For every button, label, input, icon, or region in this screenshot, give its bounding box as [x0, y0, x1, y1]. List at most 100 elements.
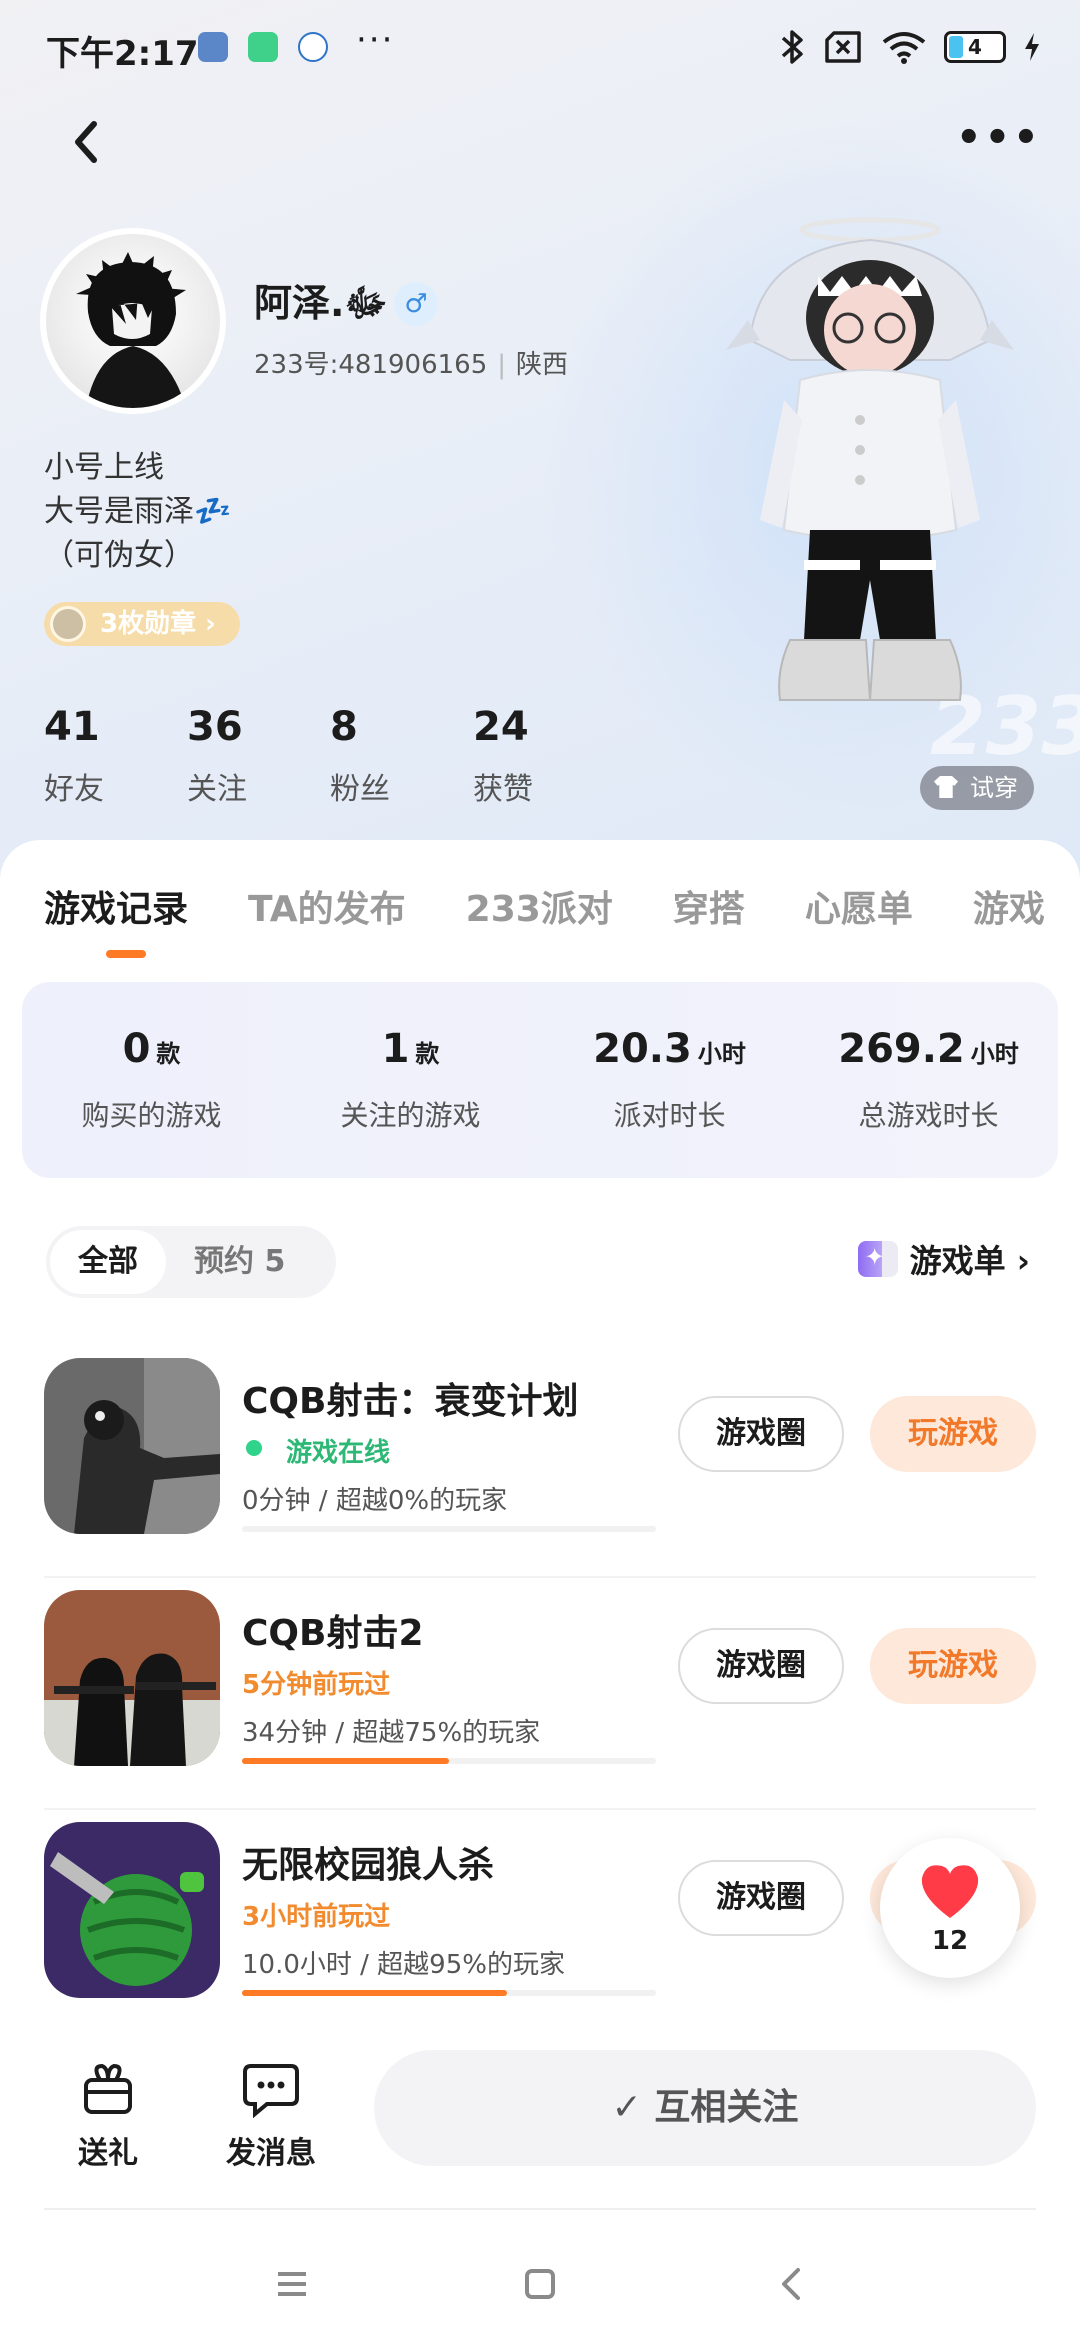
stat-label: 获赞: [473, 772, 533, 807]
game-title: 无限校园狼人杀: [242, 1845, 495, 1886]
progress-fill: [242, 1990, 507, 1996]
gift-icon: [84, 2063, 132, 2114]
game-summary-card: 0款 购买的游戏 1款 关注的游戏 20.3 小时 派对时长 269.2 小时 总游…: [22, 982, 1058, 1178]
message-label: 发消息: [226, 2136, 316, 2171]
game-artwork: [44, 1590, 220, 1766]
tab-games[interactable]: 游戏: [973, 880, 1045, 932]
back-button[interactable]: [62, 112, 112, 172]
game-circle-button[interactable]: 游戏圈: [678, 1628, 844, 1704]
stat-friends[interactable]: 41 好友: [44, 704, 187, 808]
stat-label: 关注: [187, 772, 247, 807]
game-artwork: [44, 1358, 220, 1534]
status-bar: 下午2:17 ··· 4: [0, 0, 1080, 96]
bio: 小号上线 大号是雨泽💤 （可伪女）: [44, 446, 231, 578]
summary-total-time[interactable]: 269.2 小时 总游戏时长: [799, 982, 1058, 1178]
uid-divider: |: [497, 350, 507, 380]
avatar-character-image[interactable]: [720, 200, 1020, 780]
game-progress-bar: [242, 1990, 656, 1996]
game-icon-cqb2[interactable]: [44, 1590, 220, 1766]
game-artwork: [44, 1822, 220, 1998]
tab-game-records[interactable]: 游戏记录: [44, 880, 188, 932]
game-row[interactable]: CQB射击2 5分钟前玩过 34分钟 / 超越75%的玩家 游戏圈 玩游戏: [44, 1578, 1036, 1810]
bio-line: 大号是雨泽💤: [44, 494, 232, 529]
male-gender-icon: ♂: [394, 282, 438, 326]
like-button[interactable]: 12: [880, 1838, 1020, 1978]
tab-posts[interactable]: TA的发布: [248, 880, 406, 932]
game-meta: 34分钟 / 超越75%的玩家: [242, 1718, 541, 1748]
mutual-follow-button[interactable]: ✓ 互相关注: [374, 2050, 1036, 2166]
summary-party-time[interactable]: 20.3 小时 派对时长: [540, 982, 799, 1178]
try-on-button[interactable]: 试穿: [920, 766, 1034, 810]
stat-value: 41: [44, 704, 100, 750]
no-sim-icon: [825, 31, 861, 63]
status-icons: 4: [780, 28, 1040, 66]
filter-all[interactable]: 全部: [50, 1230, 166, 1294]
summary-unit: 小时: [970, 1040, 1019, 1068]
stat-value: 36: [187, 704, 243, 750]
filter-reserved[interactable]: 预约 5: [166, 1230, 313, 1294]
heart-icon: [921, 1865, 979, 1918]
tab-bar: 游戏记录 TA的发布 233派对 穿搭 心愿单 游戏: [44, 880, 1080, 932]
summary-label: 派对时长: [613, 1099, 726, 1132]
game-icon-werewolf[interactable]: [44, 1822, 220, 1998]
stat-value: 8: [330, 704, 358, 750]
status-time: 下午2:17: [46, 34, 199, 74]
avatar[interactable]: [40, 228, 226, 414]
game-status-online: 游戏在线: [242, 1432, 390, 1469]
menu-icon[interactable]: [262, 2254, 322, 2314]
summary-unit: 款: [415, 1040, 440, 1068]
location: 陕西: [516, 350, 569, 380]
settings-app-icon: [198, 32, 228, 62]
ifly-app-icon: [298, 32, 328, 62]
home-square-icon[interactable]: [510, 2254, 570, 2314]
stat-value: 24: [473, 704, 529, 750]
message-button[interactable]: 发消息: [226, 2058, 316, 2172]
game-circle-button[interactable]: 游戏圈: [678, 1396, 844, 1472]
bio-line: （可伪女）: [44, 538, 194, 573]
more-notifications-icon: ···: [356, 20, 395, 60]
wifi-icon: [882, 32, 926, 64]
summary-unit: 款: [156, 1040, 181, 1068]
sparkle-list-icon: [857, 1241, 898, 1277]
game-circle-button[interactable]: 游戏圈: [678, 1860, 844, 1936]
try-on-label: 试穿: [970, 774, 1018, 802]
game-list-link[interactable]: 游戏单 ›: [857, 1236, 1030, 1282]
gift-button[interactable]: 送礼: [78, 2058, 138, 2172]
game-meta: 0分钟 / 超越0%的玩家: [242, 1486, 508, 1516]
summary-value: 269.2: [838, 1026, 965, 1072]
summary-value: 20.3: [593, 1026, 692, 1072]
game-title: CQB射击：衰变计划: [242, 1381, 579, 1422]
user-id[interactable]: 233号:481906165: [254, 350, 487, 380]
game-icon-cqb-decay[interactable]: [44, 1358, 220, 1534]
bio-line: 小号上线: [44, 450, 164, 485]
summary-followed[interactable]: 1款 关注的游戏: [281, 982, 540, 1178]
game-row[interactable]: CQB射击：衰变计划 游戏在线 0分钟 / 超越0%的玩家 游戏圈 玩游戏: [44, 1346, 1036, 1578]
tab-outfits[interactable]: 穿搭: [673, 880, 745, 932]
game-progress-bar: [242, 1526, 656, 1532]
play-game-button[interactable]: 玩游戏: [870, 1628, 1036, 1704]
badges-button[interactable]: 3枚勋章 ›: [44, 602, 240, 646]
stat-fans[interactable]: 8 粉丝: [330, 704, 473, 808]
game-last-played: 5分钟前玩过: [242, 1670, 391, 1700]
stat-likes[interactable]: 24 获赞: [473, 704, 616, 808]
progress-fill: [242, 1758, 449, 1764]
summary-purchased[interactable]: 0款 购买的游戏: [22, 982, 281, 1178]
stat-label: 好友: [44, 772, 104, 807]
more-options-button[interactable]: •••: [956, 118, 1039, 158]
back-nav-icon[interactable]: [762, 2254, 822, 2314]
medal-icon: [50, 606, 86, 642]
bottom-action-bar: 送礼 发消息 ✓ 互相关注: [0, 2040, 1080, 2210]
play-game-button[interactable]: 玩游戏: [870, 1396, 1036, 1472]
game-meta: 10.0小时 / 超越95%的玩家: [242, 1950, 565, 1980]
tab-party[interactable]: 233派对: [466, 880, 613, 932]
tab-wishlist[interactable]: 心愿单: [805, 880, 913, 932]
bluetooth-icon: [781, 30, 803, 64]
stat-following[interactable]: 36 关注: [187, 704, 330, 808]
stat-label: 粉丝: [330, 772, 390, 807]
badges-label: 3枚勋章 ›: [100, 609, 216, 639]
stats-row: 41 好友 36 关注 8 粉丝 24 获赞: [44, 704, 616, 808]
game-last-played: 3小时前玩过: [242, 1902, 391, 1932]
summary-value: 1: [381, 1026, 410, 1072]
summary-unit: 小时: [697, 1040, 746, 1068]
game-list-label: 游戏单 ›: [909, 1242, 1030, 1280]
